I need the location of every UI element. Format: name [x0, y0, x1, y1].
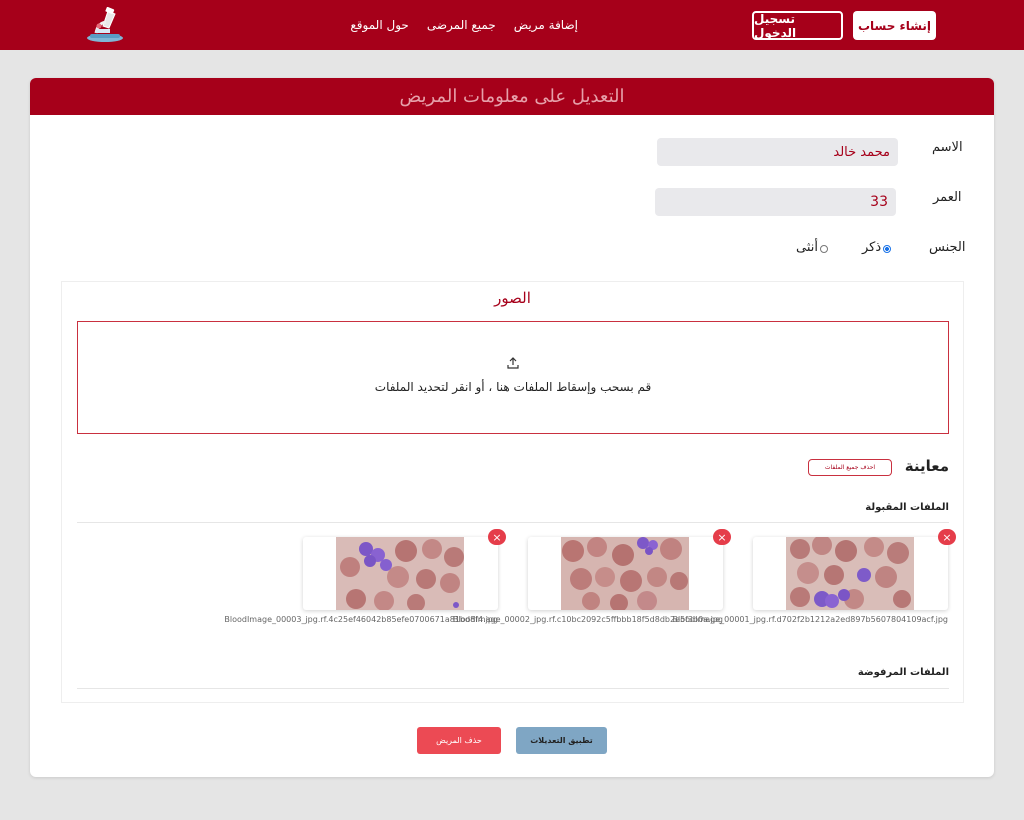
name-label: الاسم: [932, 140, 963, 155]
delete-patient-button[interactable]: حذف المريض: [417, 727, 501, 754]
thumbnail-card: ×: [753, 529, 956, 610]
rejected-files-label: الملفات المرفوضة: [857, 667, 949, 678]
rejected-divider: [77, 688, 949, 689]
gender-male-label: ذكر: [862, 240, 882, 255]
gender-female-label: أنثى: [796, 240, 818, 255]
close-icon: ×: [942, 530, 952, 544]
remove-file-button[interactable]: ×: [488, 529, 506, 545]
login-button[interactable]: تسجيل الدخول: [752, 11, 843, 40]
close-icon: ×: [492, 530, 502, 544]
gender-male-radio[interactable]: [883, 245, 891, 253]
file-name: BloodImage_00003_jpg.rf.4c25ef46042b85ef…: [224, 615, 498, 624]
page-title: التعديل على معلومات المريض: [399, 86, 625, 107]
nav-about[interactable]: حول الموقع: [350, 18, 408, 32]
thumbnail-card: ×: [303, 529, 506, 610]
remove-file-button[interactable]: ×: [713, 529, 731, 545]
close-icon: ×: [717, 530, 727, 544]
signup-button[interactable]: إنشاء حساب: [853, 11, 936, 40]
delete-all-files-button[interactable]: احذف جميع الملفات: [808, 459, 892, 476]
edit-patient-card: التعديل على معلومات المريض الاسم العمر ا…: [30, 78, 994, 777]
images-title: الصور: [494, 289, 531, 307]
gender-female-radio[interactable]: [820, 245, 828, 253]
file-dropzone[interactable]: قم بسحب وإسقاط الملفات هنا ، أو انقر لتح…: [77, 321, 949, 434]
dropzone-text: قم بسحب وإسقاط الملفات هنا ، أو انقر لتح…: [374, 380, 652, 394]
navbar: إضافة مريض جميع المرضى حول الموقع تسجيل …: [0, 0, 1024, 50]
nav-all-patients[interactable]: جميع المرضى: [427, 18, 496, 32]
accepted-divider: [77, 522, 949, 523]
name-input[interactable]: [657, 138, 898, 166]
accepted-files-label: الملفات المقبولة: [865, 502, 949, 513]
blood-image-thumbnail: [786, 537, 914, 610]
blood-image-thumbnail: [561, 537, 689, 610]
nav-links: إضافة مريض جميع المرضى حول الموقع: [350, 0, 578, 50]
upload-icon: [507, 357, 519, 369]
card-header: التعديل على معلومات المريض: [30, 78, 994, 115]
blood-image-thumbnail: [336, 537, 464, 610]
age-label: العمر: [933, 190, 962, 205]
age-input[interactable]: [655, 188, 896, 216]
thumbnail-card: ×: [528, 529, 731, 610]
nav-add-patient[interactable]: إضافة مريض: [514, 18, 578, 32]
preview-title: معاينة: [904, 457, 949, 475]
images-section: الصور قم بسحب وإسقاط الملفات هنا ، أو ان…: [61, 281, 964, 703]
remove-file-button[interactable]: ×: [938, 529, 956, 545]
microscope-logo-icon[interactable]: [84, 7, 126, 43]
apply-changes-button[interactable]: تطبيق التعديلات: [516, 727, 607, 754]
gender-label: الجنس: [929, 240, 966, 255]
